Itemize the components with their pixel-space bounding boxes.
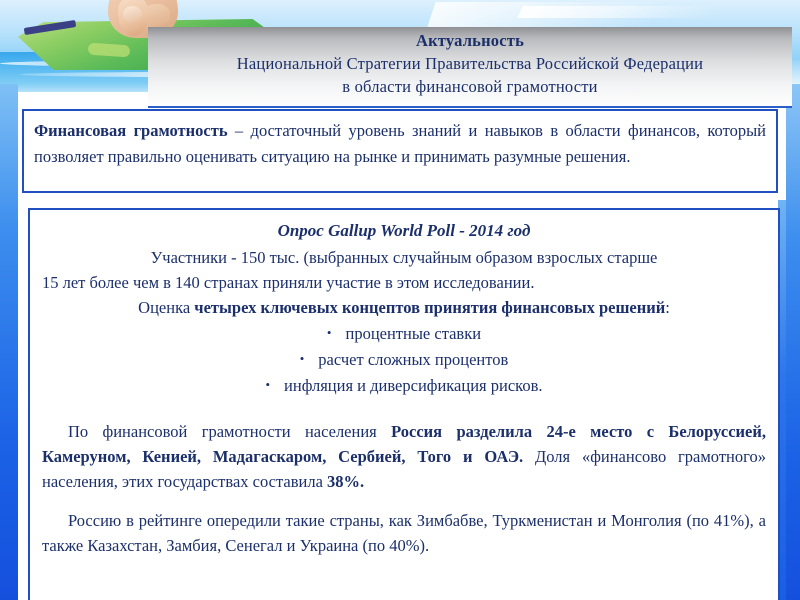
list-item: • инфляция и диверсификация рисков. — [42, 372, 766, 398]
list-item: • процентные ставки — [42, 320, 766, 346]
bullet-dot-icon: • — [265, 377, 271, 392]
definition-box: Финансовая грамотность – достаточный уро… — [22, 109, 778, 193]
left-blue-rail — [0, 84, 18, 600]
page-subtitle-line-2: в области финансовой грамотности — [342, 77, 598, 96]
concepts-prefix: Оценка — [138, 298, 195, 317]
list-item-label: процентные ставки — [345, 324, 482, 343]
bullet-dot-icon: • — [326, 325, 332, 340]
definition-term: Финансовая грамотность — [34, 121, 228, 140]
list-item-label: инфляция и диверсификация рисков. — [284, 376, 543, 395]
ranking-intro: По финансовой грамотности населения — [68, 422, 392, 441]
definition-text: Финансовая грамотность – достаточный уро… — [34, 118, 766, 170]
concepts-line: Оценка четырех ключевых концептов принят… — [42, 295, 766, 320]
fingernail-icon — [123, 6, 142, 22]
right-blue-rail — [786, 84, 800, 600]
participants-line-1: Участники - 150 тыс. (выбранных случайны… — [150, 248, 658, 267]
poll-title: Опрос Gallup World Poll - 2014 год — [277, 221, 531, 240]
main-content-box: Опрос Gallup World Poll - 2014 год Участ… — [28, 208, 780, 600]
page-subtitle-line-1: Национальной Стратегии Правительства Рос… — [236, 54, 704, 73]
concepts-suffix: : — [665, 298, 670, 317]
list-item: • расчет сложных процентов — [42, 346, 766, 372]
participants-line-2: 15 лет более чем в 140 странах приняли у… — [42, 273, 535, 292]
list-item-label: расчет сложных процентов — [318, 350, 509, 369]
ranking-share-value: 38%. — [327, 472, 365, 491]
sky-streak-secondary-icon — [517, 6, 783, 18]
ahead-countries-paragraph: Россию в рейтинге опередили такие страны… — [42, 511, 766, 555]
concepts-bold: четырех ключевых концептов принятия фина… — [194, 298, 666, 317]
page-title: Актуальность — [415, 31, 525, 50]
slide: Актуальность Национальной Стратегии Прав… — [0, 0, 800, 600]
bullet-dot-icon: • — [299, 351, 305, 366]
slide-title-plate: Актуальность Национальной Стратегии Прав… — [148, 27, 792, 108]
ranking-paragraph: По финансовой грамотности населения Росс… — [42, 419, 766, 494]
